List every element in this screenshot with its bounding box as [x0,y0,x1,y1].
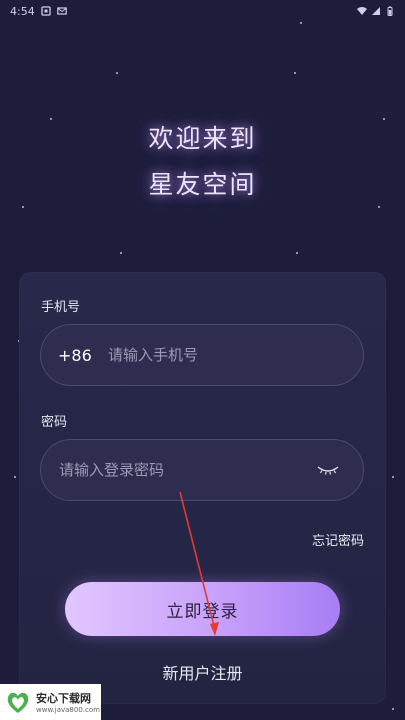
signal-icon [372,7,380,15]
forgot-password-link[interactable]: 忘记密码 [312,530,364,549]
watermark: 安心下载网 www.java800.com [0,684,101,720]
star [294,72,296,74]
phone-label: 手机号 [41,300,81,315]
star [14,476,16,478]
welcome-line-2: 星友空间 [148,170,257,199]
login-button[interactable]: 立即登录 [65,582,340,636]
login-card: 手机号 +86 密码 忘记密码 立即登录 新用户注册 [19,272,386,704]
eye-closed-icon [317,466,339,475]
star [120,252,122,254]
watermark-url: www.java800.com [36,706,100,714]
welcome-title: 欢迎来到 星友空间 [0,116,405,208]
phone-field: +86 [40,324,364,386]
star [392,476,394,478]
star [296,252,298,254]
password-field [40,439,364,501]
star [300,22,302,24]
battery-icon [387,6,393,16]
status-bar: 4:54 [0,0,405,22]
country-code[interactable]: +86 [58,346,98,365]
welcome-line-1: 欢迎来到 [148,124,257,153]
star [116,72,118,74]
phone-input[interactable] [108,325,363,385]
status-time: 4:54 [10,4,35,18]
mail-icon [56,7,67,15]
watermark-logo-icon [7,692,29,713]
password-visibility-toggle[interactable] [315,462,341,478]
star [392,708,394,710]
password-input[interactable] [59,440,315,500]
watermark-title: 安心下载网 [36,692,91,705]
wifi-icon [357,7,367,15]
register-link[interactable]: 新用户注册 [19,660,386,684]
password-label: 密码 [41,415,68,430]
notification-icon [41,6,51,16]
